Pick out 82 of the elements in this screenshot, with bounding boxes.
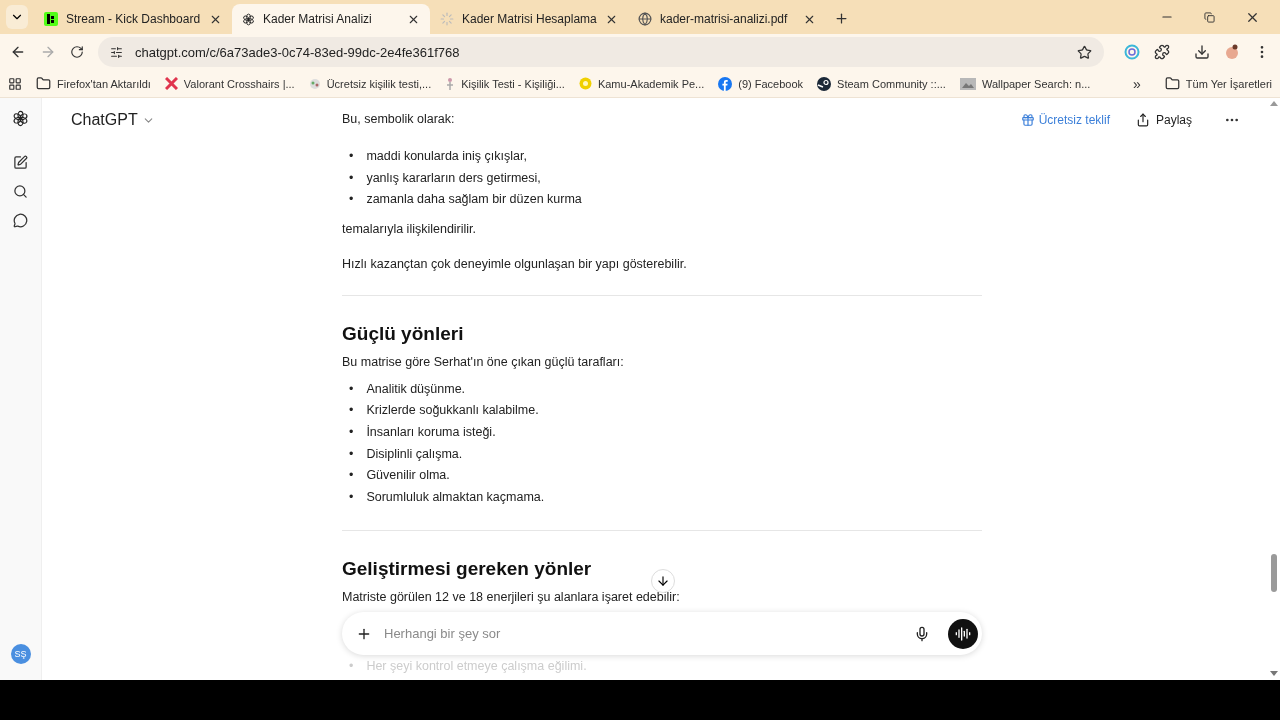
steam-icon	[817, 76, 832, 91]
bullet-item: zamanla daha sağlam bir düzen kurma	[366, 191, 582, 209]
address-bar[interactable]: chatgpt.com/c/6a73ade3-0c74-83ed-99dc-2e4fe361f768	[98, 37, 1104, 67]
bullet-marker: •	[349, 658, 354, 676]
bullet-item: yanlış kararların ders getirmesi,	[366, 169, 541, 187]
facebook-icon	[718, 76, 733, 91]
bookmark-link[interactable]: Valorant Crosshairs |...	[164, 77, 295, 90]
figure-icon	[445, 76, 456, 91]
folder-icon	[1164, 76, 1180, 91]
browser-tab[interactable]: Kader Matrisi Hesaplama	[430, 4, 628, 34]
bullet-marker: •	[349, 488, 354, 506]
image-icon	[959, 77, 976, 90]
bullet-item: Krizlerde soğukkanlı kalabilme.	[366, 402, 539, 420]
browser-tab[interactable]: Kader Matrisi Analizi	[232, 4, 430, 34]
sound-wave-icon	[955, 625, 971, 642]
restore-icon[interactable]	[1204, 11, 1215, 23]
gift-icon	[1020, 113, 1035, 127]
paragraph: Matriste görülen 12 ve 18 enerjileri şu alanlara işaret edebilir:	[342, 589, 681, 607]
bullet-item: Güvenilir olma.	[366, 467, 450, 485]
bullet-marker: •	[349, 445, 354, 463]
microphone-icon[interactable]	[914, 625, 930, 642]
all-bookmarks-link[interactable]: Tüm Yer İşaretleri	[1164, 76, 1272, 91]
message-composer[interactable]: Herhangi bir şey sor	[342, 612, 982, 656]
share-icon	[1135, 113, 1150, 127]
reload-button[interactable]	[70, 45, 84, 59]
search-icon[interactable]	[13, 184, 28, 199]
bullet-item: İnsanları koruma isteği.	[366, 423, 496, 441]
share-button[interactable]: Paylaş	[1129, 112, 1198, 128]
free-offer-link[interactable]: Ücretsiz teklif	[1020, 113, 1110, 127]
profile-avatar[interactable]	[1224, 44, 1240, 60]
bullet-marker: •	[349, 380, 354, 398]
chatgpt-logo-icon	[242, 12, 255, 26]
browser-tab[interactable]: kader-matrisi-analizi.pdf	[628, 4, 826, 34]
kick-logo-icon	[44, 12, 58, 26]
dots-icon	[308, 77, 321, 90]
folder-icon	[36, 76, 51, 91]
browser-tab[interactable]: Stream - Kick Dashboard	[34, 4, 232, 34]
bookmark-link[interactable]: (9) Facebook	[718, 76, 804, 91]
paragraph: Bu, sembolik olarak:	[342, 111, 456, 128]
section-heading: Güçlü yönleri	[342, 321, 464, 346]
extension-icon[interactable]	[1124, 44, 1140, 60]
more-bookmarks-button[interactable]: »	[1133, 75, 1141, 92]
new-chat-icon[interactable]	[13, 155, 28, 170]
paragraph: Bu matrise göre Serhat'ın öne çıkan güçlü tarafları:	[342, 353, 625, 371]
paragraph: temalarıyla ilişkilendirilir.	[342, 220, 478, 238]
bookmark-link[interactable]: Kişilik Testi - Kişiliği...	[445, 76, 565, 91]
download-icon[interactable]	[1194, 44, 1210, 60]
section-heading: Geliştirmesi gereken yönler	[342, 557, 592, 582]
chat-icon[interactable]	[13, 213, 28, 228]
arrow-down-icon	[656, 574, 670, 588]
bookmark-link[interactable]: Kamu-Akademik Pe...	[578, 77, 705, 90]
tab-list-button[interactable]	[6, 5, 28, 29]
scroll-down-button[interactable]	[651, 569, 675, 593]
bookmark-link[interactable]: Ücretsiz kişilik testi,...	[308, 77, 432, 90]
cross-icon	[164, 77, 178, 90]
voice-mode-button[interactable]	[948, 618, 978, 649]
star-icon[interactable]	[1077, 44, 1092, 60]
bullet-marker: •	[349, 148, 354, 165]
bullet-marker: •	[349, 423, 354, 441]
bullet-item: Disiplinli çalışma.	[366, 445, 463, 463]
bullet-item: Sorumluluk almaktan kaçmama.	[366, 488, 545, 506]
bookmark-link[interactable]: Steam Community ::...	[817, 76, 946, 91]
bullet-marker: •	[349, 169, 354, 187]
extensions-icon[interactable]	[1154, 44, 1170, 60]
model-selector[interactable]: ChatGPT	[71, 111, 155, 129]
globe-icon	[638, 12, 652, 26]
bullet-marker: •	[349, 467, 354, 485]
bullet-item: Analitik düşünme.	[366, 380, 466, 398]
site-info-icon[interactable]	[110, 45, 123, 59]
chatgpt-logo-icon	[12, 110, 29, 127]
loading-icon	[440, 12, 454, 26]
new-tab-button[interactable]	[834, 11, 849, 26]
bookmark-link[interactable]: Wallpaper Search: n...	[959, 77, 1091, 90]
message-input[interactable]: Herhangi bir şey sor	[382, 625, 904, 643]
back-button[interactable]	[10, 44, 26, 60]
bullet-item: maddi konularda iniş çıkışlar,	[366, 148, 527, 165]
apps-icon[interactable]	[8, 76, 22, 91]
bookmark-link[interactable]: Firefox'tan Aktarıldı	[36, 76, 151, 91]
circle-icon	[578, 77, 592, 90]
bullet-marker: •	[349, 191, 354, 209]
paragraph: Hızlı kazançtan çok deneyimle olgunlaşan bir yapı gösterebilir.	[342, 255, 688, 273]
bullet-marker: •	[349, 402, 354, 420]
